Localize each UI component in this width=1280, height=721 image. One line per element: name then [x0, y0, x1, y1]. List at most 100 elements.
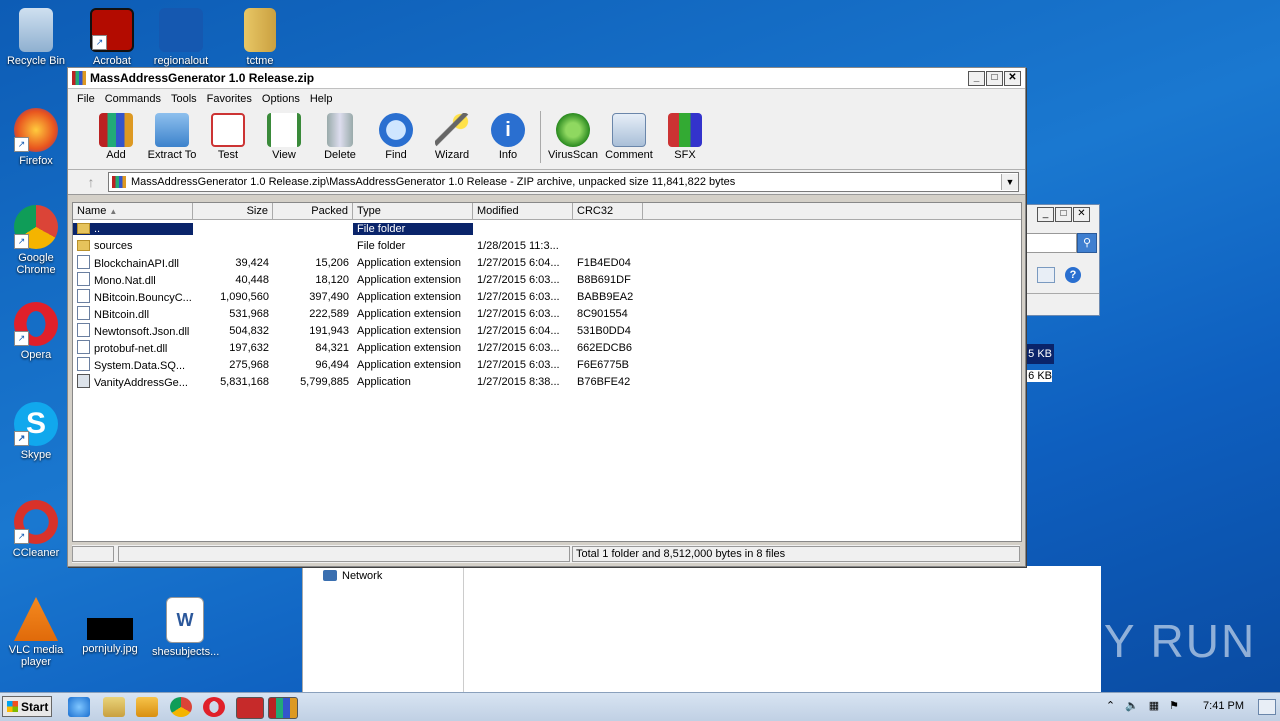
comment-label: Comment [605, 149, 653, 161]
drive-lock-icon[interactable] [72, 546, 114, 562]
desktop-icon-acrobat[interactable]: ↗ Acrobat [79, 8, 145, 67]
desktop-icon-ccleaner[interactable]: ↗ CCleaner [3, 500, 69, 559]
file-name: protobuf-net.dll [94, 343, 168, 355]
show-hidden-icons-icon[interactable]: ⌃ [1106, 699, 1115, 712]
file-size: 40,448 [235, 273, 269, 286]
file-name: VanityAddressGe... [94, 377, 188, 389]
desktop-icon-skype[interactable]: S ↗ Skype [3, 402, 69, 461]
table-row[interactable]: Mono.Nat.dll 40,448 18,120 Application exte… [73, 271, 1021, 288]
file-list[interactable]: Name ▲ Size Packed Type Modified CRC32 .… [72, 202, 1022, 542]
title-bar[interactable]: MassAddressGenerator 1.0 Release.zip _ □… [68, 68, 1025, 89]
table-row[interactable]: Newtonsoft.Json.dll 504,832 191,943 Applica… [73, 322, 1021, 339]
menu-file[interactable]: File [72, 93, 100, 105]
table-row[interactable]: sources File folder 1/28/2015 11:3... [73, 237, 1021, 254]
status-bar: Total 1 folder and 8,512,000 bytes in 8 … [72, 545, 1020, 563]
chrome-taskbar-icon[interactable] [170, 697, 192, 717]
table-row[interactable]: NBitcoin.BouncyC... 1,090,560 397,490 Appli… [73, 288, 1021, 305]
winrar-window[interactable]: MassAddressGenerator 1.0 Release.zip _ □… [67, 67, 1026, 567]
packed-size: 15,206 [315, 256, 349, 269]
menu-tools[interactable]: Tools [166, 93, 202, 105]
virus-scan-icon [556, 113, 590, 147]
clock[interactable]: 7:41 PM [1203, 700, 1244, 712]
desktop-icon-pornjuly[interactable]: pornjuly.jpg [77, 608, 143, 655]
info-button[interactable]: i Info [480, 111, 536, 161]
table-row[interactable]: NBitcoin.dll 531,968 222,589 Application ex… [73, 305, 1021, 322]
extract-to-button[interactable]: Extract To [144, 111, 200, 161]
maximize-button[interactable]: □ [1055, 207, 1072, 222]
desktop-icon-label: Recycle Bin [6, 55, 66, 67]
chrome-icon: ↗ [14, 205, 58, 249]
opera-taskbar-icon[interactable] [203, 697, 225, 717]
column-name-header[interactable]: Name ▲ [73, 203, 193, 219]
desktop-icon-firefox[interactable]: ↗ Firefox [3, 108, 69, 167]
find-button[interactable]: Find [368, 111, 424, 161]
delete-button[interactable]: Delete [312, 111, 368, 161]
parent-folder-row[interactable]: .. File folder [73, 220, 1021, 237]
media-player-icon[interactable] [136, 697, 158, 717]
column-crc-header[interactable]: CRC32 [573, 203, 643, 219]
close-button[interactable]: ✕ [1004, 70, 1021, 86]
close-button[interactable]: ✕ [1073, 207, 1090, 222]
menu-commands[interactable]: Commands [100, 93, 166, 105]
desktop-icon-regionalout[interactable]: regionalout [148, 8, 214, 67]
error-app-icon[interactable] [236, 697, 264, 719]
menu-favorites[interactable]: Favorites [202, 93, 257, 105]
windows-logo-icon [7, 701, 18, 712]
table-row[interactable]: protobuf-net.dll 197,632 84,321 Application… [73, 339, 1021, 356]
recycle-bin-icon [19, 8, 53, 52]
desktop-icon-shesubjects[interactable]: W shesubjects... [152, 597, 219, 658]
add-archive-icon [99, 113, 133, 147]
add-button[interactable]: Add [88, 111, 144, 161]
find-label: Find [385, 149, 407, 161]
virusscan-button[interactable]: VirusScan [545, 111, 601, 161]
file-size: 39,424 [235, 256, 269, 269]
desktop-icon-chrome[interactable]: ↗ Google Chrome [3, 205, 69, 276]
explorer-icon[interactable] [103, 697, 125, 717]
help-icon[interactable]: ? [1065, 267, 1081, 283]
ie-icon[interactable] [68, 697, 90, 717]
shortcut-arrow-icon: ↗ [14, 331, 29, 346]
desktop-icon-tctme[interactable]: tctme [227, 8, 293, 67]
menu-options[interactable]: Options [257, 93, 305, 105]
action-center-flag-icon[interactable]: ⚑ [1169, 699, 1179, 712]
background-explorer-window[interactable]: _ □ ✕ ⚲ ? [1022, 204, 1100, 316]
shortcut-arrow-icon: ↗ [14, 529, 29, 544]
desktop-icon-recycle-bin[interactable]: Recycle Bin [3, 8, 69, 67]
table-row[interactable]: VanityAddressGe... 5,831,168 5,799,885 Appl… [73, 373, 1021, 390]
menu-help[interactable]: Help [305, 93, 338, 105]
test-button[interactable]: Test [200, 111, 256, 161]
winrar-taskbar-icon[interactable] [268, 697, 298, 719]
search-input[interactable] [1025, 233, 1077, 253]
address-bar: ↑ MassAddressGenerator 1.0 Release.zip\M… [68, 170, 1025, 195]
show-desktop-button[interactable] [1258, 699, 1276, 715]
path-dropdown[interactable]: MassAddressGenerator 1.0 Release.zip\Mas… [108, 172, 1019, 192]
minimize-button[interactable]: _ [968, 70, 985, 86]
column-packed-header[interactable]: Packed [273, 203, 353, 219]
up-arrow-icon[interactable]: ↑ [74, 174, 108, 190]
desktop-icon-opera[interactable]: ↗ Opera [3, 302, 69, 361]
crc32: BABB9EA2 [577, 290, 634, 303]
minimize-button[interactable]: _ [1037, 207, 1054, 222]
network-nav-item[interactable]: Network [323, 570, 382, 582]
preview-pane-icon[interactable] [1037, 267, 1055, 283]
chevron-down-icon[interactable]: ▼ [1001, 174, 1018, 190]
column-type-header[interactable]: Type [353, 203, 473, 219]
sfx-button[interactable]: SFX [657, 111, 713, 161]
selected-size-cell: 5 KB [1026, 344, 1054, 364]
search-icon[interactable]: ⚲ [1077, 233, 1097, 253]
packed-size: 222,589 [309, 307, 349, 320]
column-size-header[interactable]: Size [193, 203, 273, 219]
start-button[interactable]: Start [2, 696, 52, 717]
file-name: System.Data.SQ... [94, 360, 186, 372]
table-row[interactable]: System.Data.SQ... 275,968 96,494 Applicatio… [73, 356, 1021, 373]
wizard-button[interactable]: Wizard [424, 111, 480, 161]
volume-icon[interactable]: 🔈 [1125, 699, 1139, 712]
folder-icon [77, 222, 90, 234]
desktop-icon-vlc[interactable]: VLC media player [3, 597, 69, 668]
view-button[interactable]: View [256, 111, 312, 161]
table-row[interactable]: BlockchainAPI.dll 39,424 15,206 Application… [73, 254, 1021, 271]
comment-button[interactable]: Comment [601, 111, 657, 161]
network-tray-icon[interactable]: ▦ [1149, 699, 1159, 712]
maximize-button[interactable]: □ [986, 70, 1003, 86]
column-modified-header[interactable]: Modified [473, 203, 573, 219]
